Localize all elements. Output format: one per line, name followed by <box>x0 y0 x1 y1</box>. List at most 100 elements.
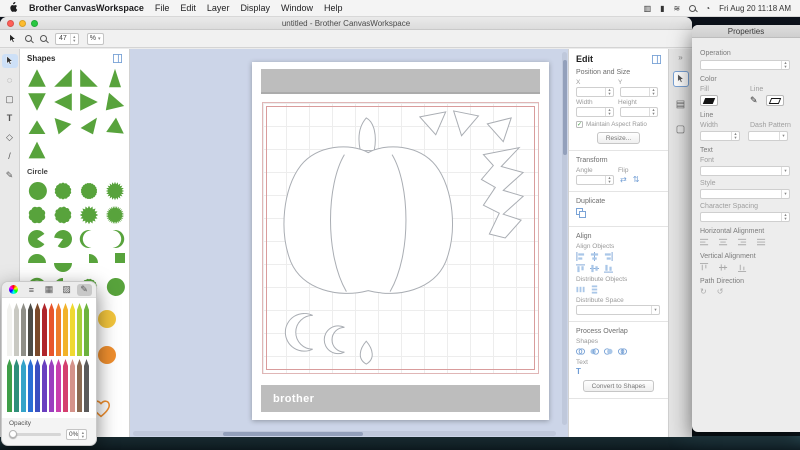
shape-circle-yellow[interactable] <box>97 309 117 329</box>
pencil-color[interactable] <box>70 359 75 412</box>
shape-tool-icon[interactable]: ▢ <box>2 92 18 106</box>
weld-icon[interactable] <box>576 347 585 356</box>
select-tool-icon[interactable] <box>9 33 17 44</box>
menu-window[interactable]: Window <box>281 3 313 13</box>
operation-dropdown[interactable]: ▴ ▾ <box>700 60 790 70</box>
fill-color-swatch[interactable] <box>700 95 718 106</box>
zoom-window-button[interactable] <box>31 19 38 27</box>
cutting-mat[interactable] <box>262 102 539 374</box>
opacity-slider[interactable] <box>9 430 61 438</box>
draw-tool-icon[interactable]: ✎ <box>2 168 18 182</box>
menu-display[interactable]: Display <box>240 3 270 13</box>
align-middle-icon[interactable] <box>590 264 599 273</box>
battery-icon[interactable]: ▮ <box>660 4 664 13</box>
shape-half[interactable] <box>27 253 47 273</box>
style-dropdown[interactable]: ▾ <box>700 189 790 199</box>
canvas-objects[interactable] <box>263 103 538 373</box>
shape-triangle[interactable] <box>27 68 47 88</box>
subtract-icon[interactable] <box>590 347 599 356</box>
color-pencils-tab-icon[interactable]: ✎ <box>76 283 92 296</box>
lasso-tool-icon[interactable]: ◌ <box>2 73 18 87</box>
convert-to-shapes-button[interactable]: Convert to Shapes <box>582 380 655 392</box>
x-field[interactable]: ▴ ▾ <box>576 87 614 97</box>
text-align-center-icon[interactable] <box>719 238 728 247</box>
intersect-icon[interactable] <box>604 347 613 356</box>
pencil-color[interactable] <box>28 359 33 412</box>
align-left-icon[interactable] <box>576 252 585 261</box>
panel-dock-icon[interactable] <box>113 54 122 63</box>
angle-field[interactable]: ▴ ▾ <box>576 175 614 185</box>
select-tool[interactable] <box>1 54 18 68</box>
pencil-color[interactable] <box>21 303 26 356</box>
apple-menu-icon[interactable] <box>9 2 18 14</box>
shape-circle-orange[interactable] <box>97 345 117 365</box>
minimize-window-button[interactable] <box>19 19 26 27</box>
dock-layers-panel-icon[interactable]: ▤ <box>673 96 689 112</box>
y-field[interactable]: ▴ ▾ <box>620 87 658 97</box>
pencil-color[interactable] <box>77 359 82 412</box>
maintain-aspect-checkbox[interactable]: ✓ <box>576 121 583 128</box>
menu-app-name[interactable]: Brother CanvasWorkspace <box>29 3 144 13</box>
pencil-color[interactable] <box>14 303 19 356</box>
shape-scallop[interactable] <box>79 181 99 201</box>
shape-burst[interactable] <box>79 205 99 225</box>
font-dropdown[interactable]: ▾ <box>700 166 790 176</box>
opacity-slider-knob[interactable] <box>9 430 17 438</box>
shape-burst[interactable] <box>105 205 125 225</box>
line-color-swatch[interactable] <box>765 95 784 106</box>
shape-triangle[interactable] <box>105 68 125 88</box>
text-valign-top-icon[interactable] <box>700 263 709 272</box>
opacity-stepper[interactable]: ▴ ▾ <box>78 430 86 439</box>
line-width-field[interactable]: ▴ ▾ <box>700 131 740 141</box>
pencil-color[interactable] <box>77 303 82 356</box>
width-field[interactable]: ▴ ▾ <box>576 107 614 117</box>
pencil-color[interactable] <box>63 359 68 412</box>
width-stepper[interactable]: ▴ ▾ <box>605 107 613 116</box>
pencil-color[interactable] <box>14 359 19 412</box>
menu-help[interactable]: Help <box>324 3 343 13</box>
pencil-color[interactable] <box>21 359 26 412</box>
shape-triangle[interactable] <box>53 116 73 136</box>
align-center-icon[interactable] <box>590 252 599 261</box>
color-sliders-tab-icon[interactable]: ≡ <box>24 284 39 296</box>
shape-crescent[interactable] <box>79 229 99 249</box>
path-direction-cw-icon[interactable]: ↻ <box>700 288 707 296</box>
menu-layer[interactable]: Layer <box>207 3 230 13</box>
shape-triangle[interactable] <box>53 68 73 88</box>
zoom-stepper[interactable]: ▴ ▾ <box>69 33 78 44</box>
x-stepper[interactable]: ▴ ▾ <box>605 87 613 96</box>
flip-horizontal-icon[interactable]: ⇄ <box>620 176 627 184</box>
menu-edit[interactable]: Edit <box>180 3 196 13</box>
divide-icon[interactable] <box>618 347 627 356</box>
text-valign-bottom-icon[interactable] <box>738 263 747 272</box>
pencil-color[interactable] <box>7 359 12 412</box>
height-stepper[interactable]: ▴ ▾ <box>649 107 657 116</box>
pencil-color[interactable] <box>7 303 12 356</box>
shape-triangle[interactable] <box>79 116 99 136</box>
shape-triangle[interactable] <box>105 92 125 112</box>
pencil-color[interactable] <box>70 303 75 356</box>
pencil-color[interactable] <box>63 303 68 356</box>
canvas-vertical-scrollbar[interactable] <box>562 52 567 425</box>
distribute-horizontal-icon[interactable] <box>576 285 585 294</box>
resize-button[interactable]: Resize... <box>596 132 641 144</box>
distribute-space-dropdown[interactable]: ▾ <box>576 305 660 315</box>
shape-pac[interactable] <box>27 229 47 249</box>
polygon-tool-icon[interactable]: ◇ <box>2 130 18 144</box>
properties-titlebar[interactable]: Properties <box>692 25 800 38</box>
edit-panel-dock-icon[interactable] <box>652 54 661 64</box>
pencil-color[interactable] <box>49 303 54 356</box>
text-tool-icon[interactable]: T <box>2 111 18 125</box>
shape-triangle[interactable] <box>105 116 125 136</box>
zoom-level-field[interactable]: 47 ▴ ▾ <box>55 32 79 45</box>
dock-collapse-icon[interactable]: » <box>678 53 682 62</box>
shape-scallop[interactable] <box>53 205 73 225</box>
wifi-icon[interactable]: ≋ <box>674 4 681 13</box>
zoom-in-tool-icon[interactable] <box>25 35 32 42</box>
pencil-color[interactable] <box>42 303 47 356</box>
duplicate-icon[interactable] <box>576 208 586 218</box>
height-field[interactable]: ▴ ▾ <box>620 107 658 117</box>
shape-burst[interactable] <box>105 181 125 201</box>
y-stepper[interactable]: ▴ ▾ <box>649 87 657 96</box>
menu-file[interactable]: File <box>155 3 170 13</box>
